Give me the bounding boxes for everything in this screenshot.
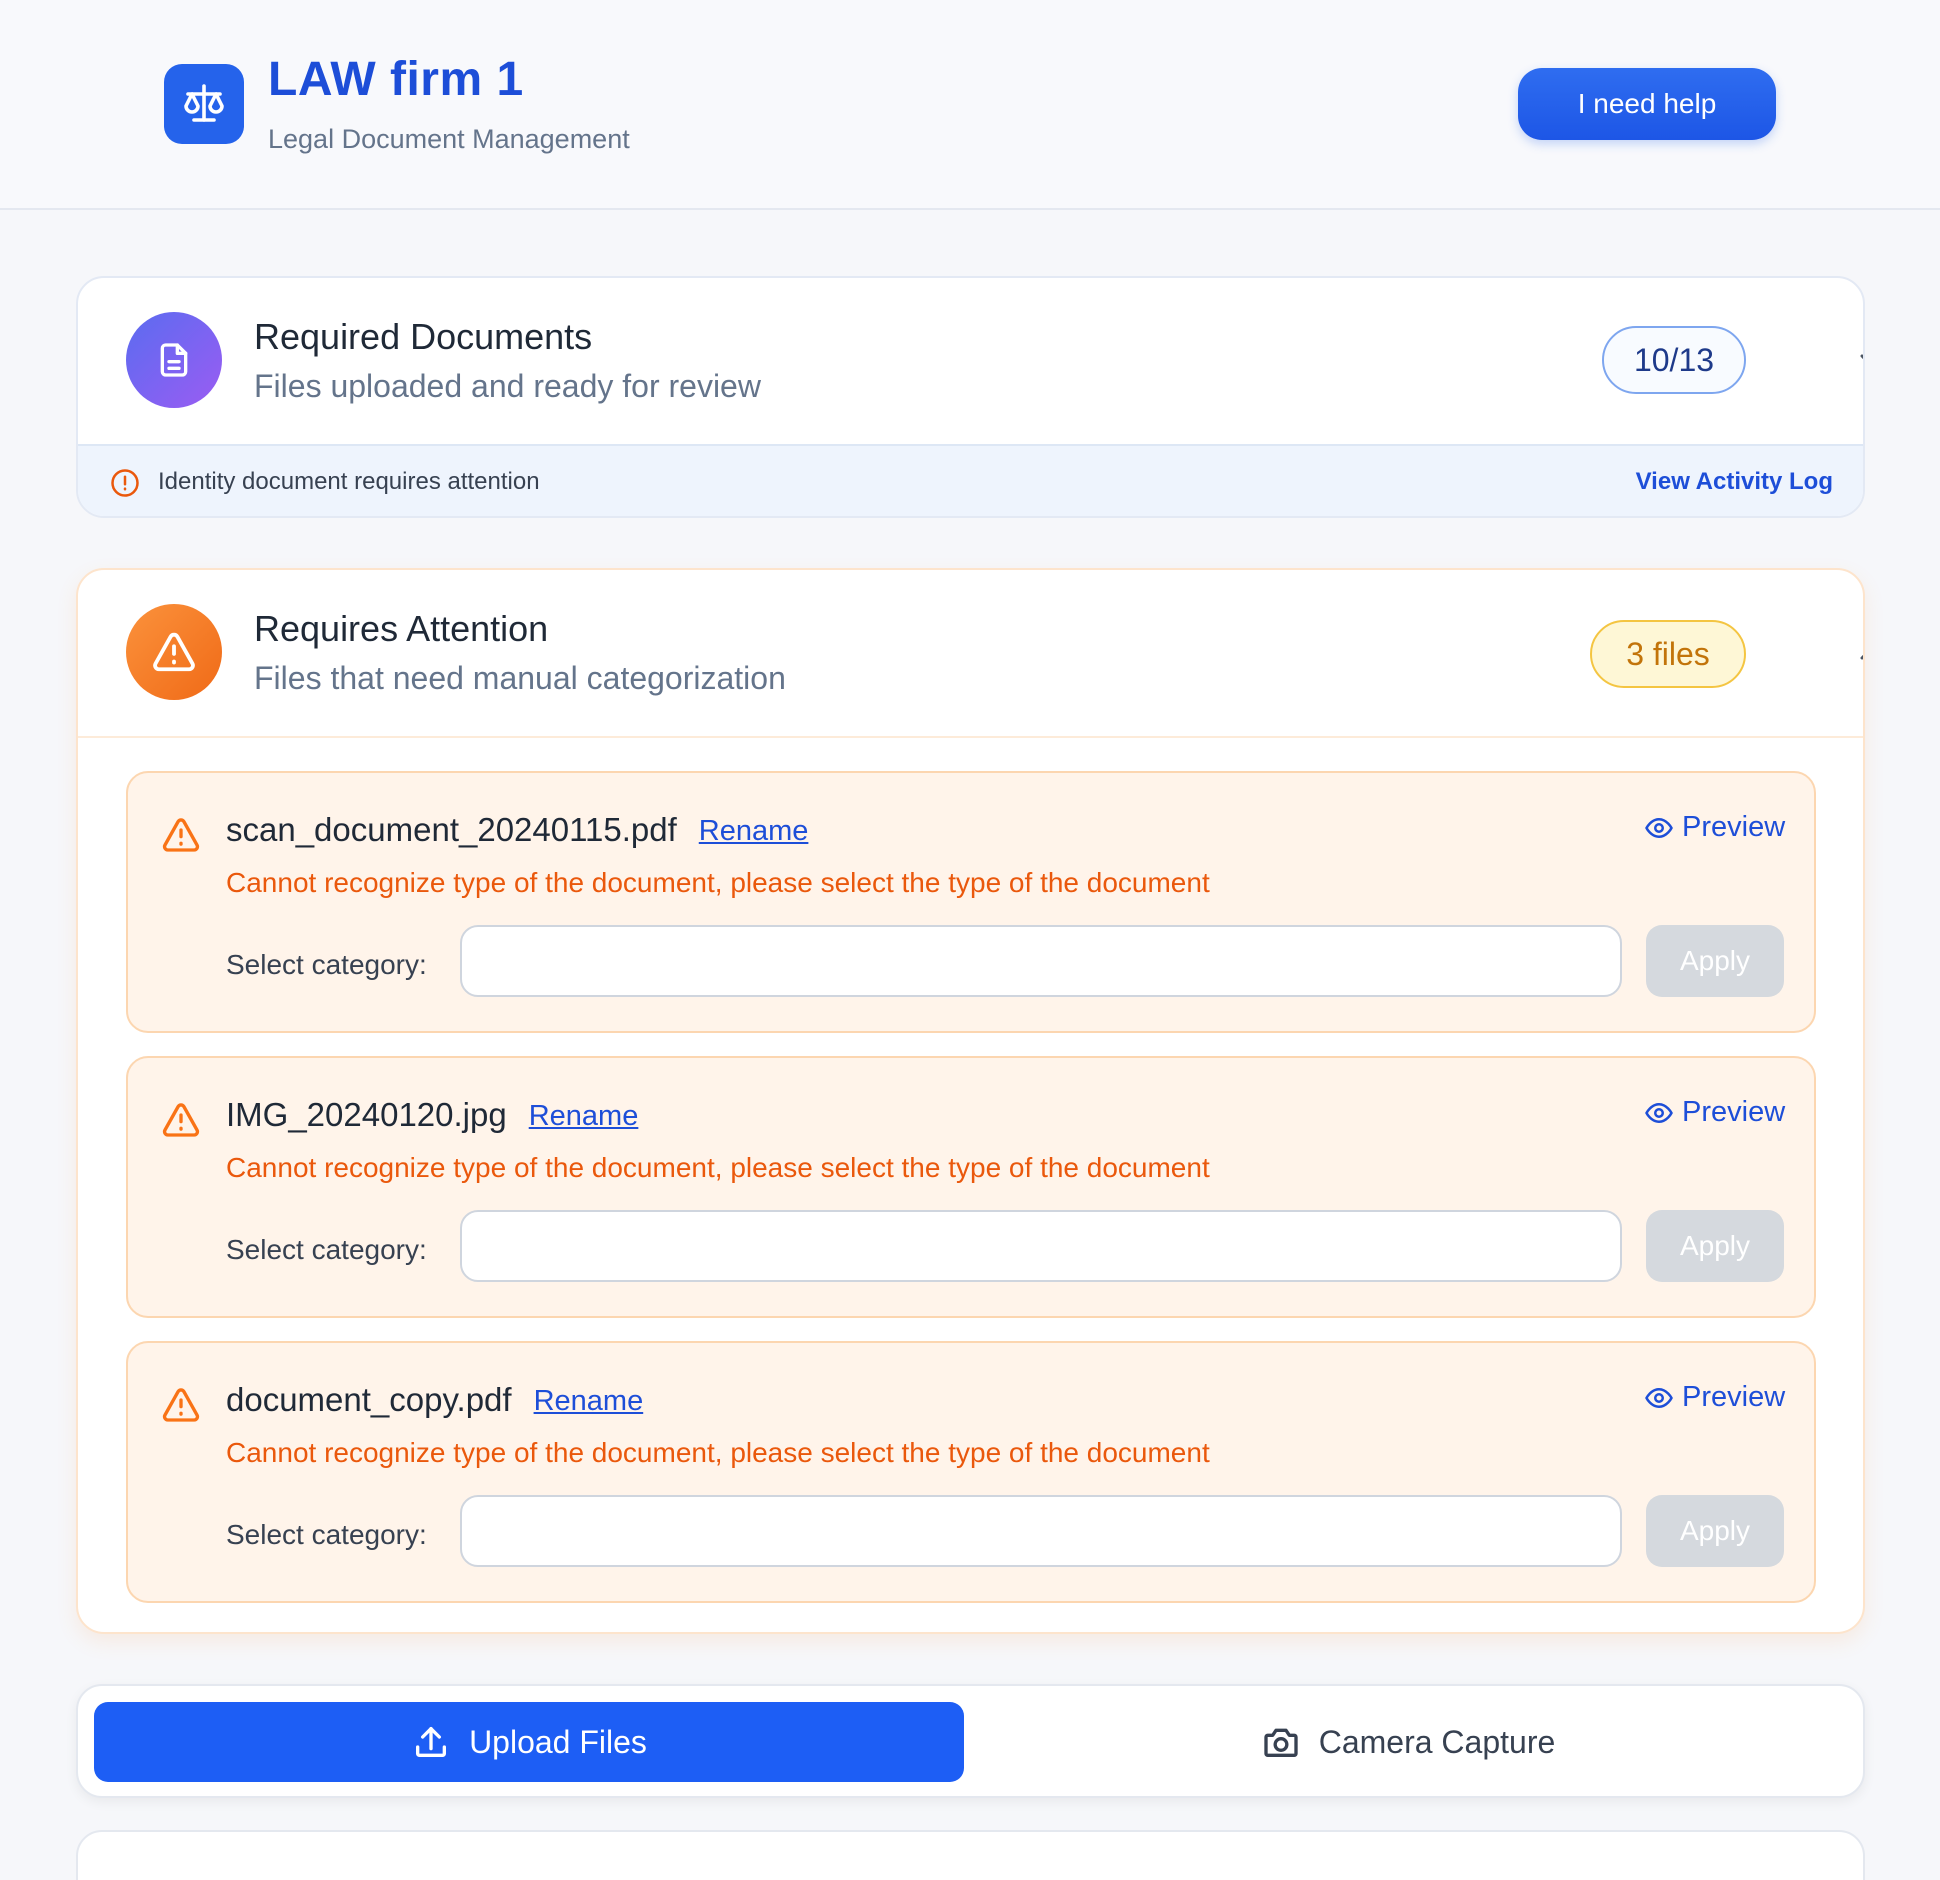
alert-text: Identity document requires attention <box>158 468 540 495</box>
upload-mode-bar: Upload Files Camera Capture <box>76 1684 1865 1798</box>
camera-capture-label: Camera Capture <box>1318 1723 1556 1760</box>
preview-label: Preview <box>1682 811 1786 843</box>
next-section-card <box>76 1830 1865 1880</box>
attention-file-item: scan_document_20240115.pdf Rename Cannot … <box>126 771 1816 1033</box>
preview-button[interactable]: Preview <box>1644 811 1785 844</box>
preview-button[interactable]: Preview <box>1644 1381 1785 1414</box>
section-subtitle: Files uploaded and ready for review <box>254 368 761 404</box>
app-header: LAW firm 1 Legal Document Management I n… <box>0 0 1940 210</box>
file-error-message: Cannot recognize type of the document, p… <box>226 867 1210 898</box>
requires-attention-card: Requires Attention Files that need manua… <box>76 568 1865 1634</box>
upload-files-button[interactable]: Upload Files <box>94 1702 964 1782</box>
upload-files-label: Upload Files <box>469 1723 647 1760</box>
view-activity-log-link[interactable]: View Activity Log <box>1636 468 1833 496</box>
select-category-label: Select category: <box>226 1234 427 1265</box>
required-documents-header[interactable]: Required Documents Files uploaded and re… <box>78 278 1863 444</box>
brand-subtitle: Legal Document Management <box>268 124 630 154</box>
documents-count-badge: 10/13 <box>1602 326 1746 394</box>
warning-icon <box>126 604 222 700</box>
file-name-row: document_copy.pdf Rename <box>226 1381 643 1419</box>
attention-file-item: IMG_20240120.jpg Rename Cannot recognize … <box>126 1056 1816 1318</box>
upload-icon <box>416 1727 447 1757</box>
apply-button[interactable]: Apply <box>1646 1495 1784 1567</box>
required-documents-card: Required Documents Files uploaded and re… <box>76 276 1865 518</box>
category-select[interactable] <box>460 1210 1622 1282</box>
section-subtitle: Files that need manual categorization <box>254 660 786 696</box>
file-name-row: scan_document_20240115.pdf Rename <box>226 811 808 849</box>
file-error-message: Cannot recognize type of the document, p… <box>226 1437 1210 1468</box>
file-name-row: IMG_20240120.jpg Rename <box>226 1096 638 1134</box>
camera-icon <box>1264 1728 1298 1757</box>
apply-button[interactable]: Apply <box>1646 1210 1784 1282</box>
eye-icon <box>1645 1387 1673 1408</box>
scales-icon <box>164 64 244 144</box>
camera-capture-button[interactable]: Camera Capture <box>966 1702 1850 1782</box>
warning-triangle-icon <box>162 1388 200 1422</box>
category-select[interactable] <box>460 925 1622 997</box>
alert-circle-icon <box>111 469 139 497</box>
category-select[interactable] <box>460 1495 1622 1567</box>
rename-link[interactable]: Rename <box>534 1385 644 1417</box>
rename-link[interactable]: Rename <box>699 815 809 847</box>
help-button[interactable]: I need help <box>1518 68 1776 140</box>
brand-title: LAW firm 1 <box>268 53 524 106</box>
preview-button[interactable]: Preview <box>1644 1096 1785 1129</box>
file-error-message: Cannot recognize type of the document, p… <box>226 1152 1210 1183</box>
warning-triangle-icon <box>162 818 200 852</box>
preview-label: Preview <box>1682 1096 1786 1128</box>
section-title: Required Documents <box>254 316 593 357</box>
file-name: IMG_20240120.jpg <box>226 1096 507 1133</box>
eye-icon <box>1645 1102 1673 1123</box>
alert-bar: Identity document requires attention Vie… <box>78 444 1863 516</box>
apply-button[interactable]: Apply <box>1646 925 1784 997</box>
chevron-down-icon[interactable] <box>1852 346 1863 376</box>
file-name: scan_document_20240115.pdf <box>226 811 677 848</box>
select-category-label: Select category: <box>226 1519 427 1550</box>
section-title: Requires Attention <box>254 608 549 649</box>
attention-file-item: document_copy.pdf Rename Cannot recognize… <box>126 1341 1816 1603</box>
file-name: document_copy.pdf <box>226 1381 512 1418</box>
document-icon <box>126 312 222 408</box>
files-count-badge: 3 files <box>1590 620 1746 688</box>
preview-label: Preview <box>1682 1381 1786 1413</box>
select-category-label: Select category: <box>226 949 427 980</box>
requires-attention-header[interactable]: Requires Attention Files that need manua… <box>78 570 1863 738</box>
warning-triangle-icon <box>162 1103 200 1137</box>
eye-icon <box>1645 817 1673 838</box>
rename-link[interactable]: Rename <box>529 1100 639 1132</box>
chevron-up-icon[interactable] <box>1852 638 1863 668</box>
